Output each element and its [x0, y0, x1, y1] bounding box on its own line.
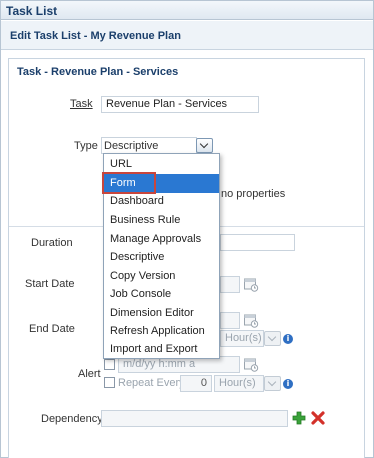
start-date-input[interactable]	[220, 276, 240, 293]
repeat-every-label: Repeat Every	[118, 377, 185, 389]
type-dropdown-button[interactable]	[196, 138, 213, 153]
info-icon[interactable]: i	[283, 334, 293, 344]
type-label: Type	[74, 140, 98, 152]
page-title: Edit Task List - My Revenue Plan	[1, 21, 373, 50]
alert-label: Alert	[78, 368, 101, 380]
info-icon[interactable]: i	[283, 379, 293, 389]
x-icon[interactable]	[311, 411, 325, 425]
calendar-icon[interactable]	[243, 356, 259, 372]
duration-input[interactable]	[220, 234, 295, 251]
type-option-dashboard[interactable]: Dashboard	[104, 192, 219, 211]
type-option-descriptive[interactable]: Descriptive	[104, 248, 219, 267]
section-title: Task - Revenue Plan - Services	[17, 66, 179, 78]
repeat-unit-dropdown[interactable]	[264, 376, 281, 391]
type-option-import-export[interactable]: Import and Export	[104, 340, 219, 359]
selection-highlight-box	[102, 172, 156, 194]
app-title: Task List	[1, 1, 373, 20]
alert-checkbox[interactable]	[104, 359, 115, 370]
type-option-manage-approvals[interactable]: Manage Approvals	[104, 230, 219, 249]
repeat-checkbox[interactable]	[104, 377, 115, 388]
end-unit-dropdown[interactable]	[264, 331, 281, 346]
chevron-down-icon	[267, 377, 277, 387]
duration-label: Duration	[31, 237, 73, 249]
type-option-business-rule[interactable]: Business Rule	[104, 211, 219, 230]
end-unit-select[interactable]: Hour(s)	[220, 330, 264, 347]
calendar-icon[interactable]	[243, 276, 259, 292]
type-option-dimension-editor[interactable]: Dimension Editor	[104, 304, 219, 323]
task-name-input[interactable]: Revenue Plan - Services	[101, 96, 259, 113]
chevron-down-icon	[199, 139, 209, 149]
calendar-icon[interactable]	[243, 312, 259, 328]
dependency-label: Dependency	[41, 413, 103, 425]
type-select[interactable]	[101, 137, 197, 154]
repeat-every-input[interactable]: 0	[180, 375, 212, 392]
dependency-input[interactable]	[101, 410, 288, 427]
type-option-copy-version[interactable]: Copy Version	[104, 267, 219, 286]
end-date-label: End Date	[29, 323, 75, 335]
start-date-label: Start Date	[25, 278, 75, 290]
type-option-refresh-application[interactable]: Refresh Application	[104, 322, 219, 341]
end-date-input[interactable]	[220, 312, 240, 329]
plus-icon[interactable]	[292, 411, 306, 425]
type-option-job-console[interactable]: Job Console	[104, 285, 219, 304]
repeat-unit-select[interactable]: Hour(s)	[214, 375, 264, 392]
properties-hint: no properties	[221, 188, 286, 200]
chevron-down-icon	[267, 332, 277, 342]
task-label: Task	[70, 98, 93, 110]
